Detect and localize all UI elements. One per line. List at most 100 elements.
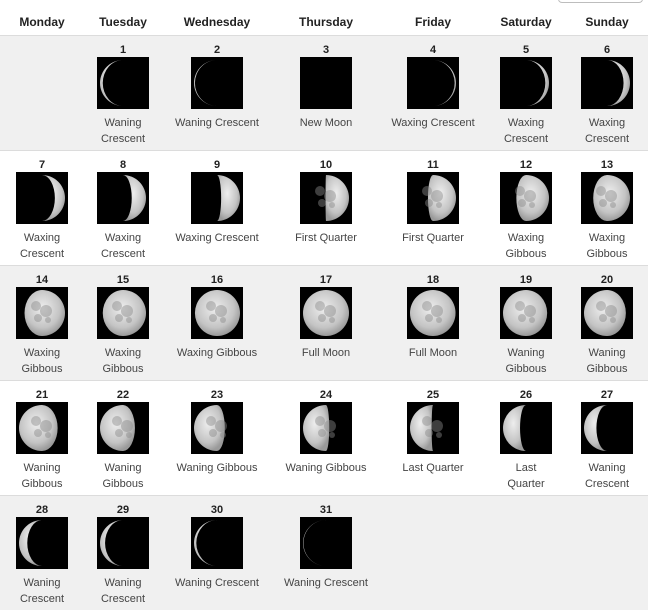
day-cell-13[interactable]: 13 Waxing Gibbous — [565, 151, 649, 265]
day-number: 8 — [119, 159, 127, 171]
day-cell-19[interactable]: 19 Waning Gibbous — [484, 266, 568, 380]
day-number: 27 — [600, 389, 614, 401]
day-number: 17 — [319, 274, 333, 286]
day-cell-16[interactable]: 16 Waxing Gibbous — [175, 266, 259, 380]
day-number: 26 — [519, 389, 533, 401]
day-number: 6 — [603, 44, 611, 56]
moon-phase-icon — [407, 287, 459, 339]
moon-phase-icon — [581, 402, 633, 454]
moon-phase-label: Waxing Gibbous — [21, 347, 63, 375]
moon-phase-label: Last Quarter — [402, 462, 464, 474]
moon-phase-icon — [97, 57, 149, 109]
day-number: 22 — [116, 389, 130, 401]
weekday-thursday: Thursday — [298, 15, 353, 29]
day-number: 12 — [519, 159, 533, 171]
day-cell-28[interactable]: 28 Waning Crescent — [0, 496, 84, 610]
day-cell-21[interactable]: 21 Waning Gibbous — [0, 381, 84, 495]
moon-phase-label: Waxing Crescent — [175, 232, 259, 244]
day-number: 15 — [116, 274, 130, 286]
moon-phase-label: Waxing Gibbous — [505, 232, 547, 260]
moon-phase-icon — [500, 57, 552, 109]
day-number: 3 — [322, 44, 330, 56]
day-cell-2[interactable]: 2 Waning Crescent — [175, 36, 259, 150]
moon-phase-label: Waxing Gibbous — [102, 347, 144, 375]
day-number: 4 — [429, 44, 437, 56]
moon-phase-icon — [407, 57, 459, 109]
day-cell-14[interactable]: 14 Waxing Gibbous — [0, 266, 84, 380]
moon-phase-icon — [97, 402, 149, 454]
weekday-friday: Friday — [414, 15, 451, 29]
day-cell-11[interactable]: 11 First Quarter — [391, 151, 475, 265]
moon-phase-label: Waxing Crescent — [100, 232, 146, 260]
day-number: 18 — [426, 274, 440, 286]
moon-phase-icon — [97, 287, 149, 339]
day-cell-8[interactable]: 8 Waxing Crescent — [81, 151, 165, 265]
moon-phase-icon — [16, 402, 68, 454]
moon-phase-icon — [500, 287, 552, 339]
day-number: 25 — [426, 389, 440, 401]
moon-phase-icon — [300, 57, 352, 109]
day-number: 14 — [35, 274, 49, 286]
day-number: 10 — [319, 159, 333, 171]
day-cell-7[interactable]: 7 Waxing Crescent — [0, 151, 84, 265]
weekday-tuesday: Tuesday — [99, 15, 147, 29]
moon-phase-label: New Moon — [299, 117, 353, 129]
day-cell-18[interactable]: 18 Full Moon — [391, 266, 475, 380]
moon-phase-label: Full Moon — [301, 347, 351, 359]
day-cell-25[interactable]: 25 Last Quarter — [391, 381, 475, 495]
day-cell-5[interactable]: 5 Waxing Crescent — [484, 36, 568, 150]
moon-phase-label: Waning Crescent — [175, 577, 259, 589]
moon-phase-label: Waning Gibbous — [505, 347, 547, 375]
moon-phase-label: Waning Gibbous — [21, 462, 63, 490]
moon-phase-icon — [191, 287, 243, 339]
moon-phase-label: Last Quarter — [507, 462, 545, 490]
day-cell-22[interactable]: 22 Waning Gibbous — [81, 381, 165, 495]
day-number: 1 — [119, 44, 127, 56]
weekday-wednesday: Wednesday — [183, 15, 251, 29]
moon-phase-icon — [500, 172, 552, 224]
moon-phase-icon — [191, 172, 243, 224]
day-number: 5 — [522, 44, 530, 56]
day-cell-15[interactable]: 15 Waxing Gibbous — [81, 266, 165, 380]
moon-phase-icon — [581, 57, 633, 109]
moon-phase-label: Waning Crescent — [175, 117, 259, 129]
moon-phase-icon — [16, 287, 68, 339]
moon-phase-icon — [300, 287, 352, 339]
moon-phase-label: First Quarter — [402, 232, 464, 244]
moon-phase-icon — [16, 517, 68, 569]
day-cell-29[interactable]: 29 Waning Crescent — [81, 496, 165, 610]
day-cell-26[interactable]: 26 Last Quarter — [484, 381, 568, 495]
day-number: 23 — [210, 389, 224, 401]
day-number: 13 — [600, 159, 614, 171]
day-number: 2 — [213, 44, 221, 56]
day-cell-17[interactable]: 17 Full Moon — [284, 266, 368, 380]
weekday-saturday: Saturday — [500, 15, 552, 29]
day-number: 16 — [210, 274, 224, 286]
day-cell-12[interactable]: 12 Waxing Gibbous — [484, 151, 568, 265]
moon-phase-icon — [16, 172, 68, 224]
day-cell-1[interactable]: 1 Waning Crescent — [81, 36, 165, 150]
day-cell-23[interactable]: 23 Waning Gibbous — [175, 381, 259, 495]
moon-phase-icon — [407, 402, 459, 454]
day-cell-6[interactable]: 6 Waxing Crescent — [565, 36, 649, 150]
day-number: 9 — [213, 159, 221, 171]
moon-phase-label: Waxing Crescent — [19, 232, 65, 260]
moon-phase-label: Waning Crescent — [19, 577, 65, 605]
day-number: 28 — [35, 504, 49, 516]
moon-phase-label: Waning Gibbous — [102, 462, 144, 490]
day-cell-4[interactable]: 4 Waxing Crescent — [391, 36, 475, 150]
moon-phase-label: Waning Crescent — [100, 117, 146, 145]
day-cell-3[interactable]: 3 New Moon — [284, 36, 368, 150]
day-cell-24[interactable]: 24 Waning Gibbous — [284, 381, 368, 495]
moon-phase-label: Waxing Gibbous — [176, 347, 258, 359]
moon-phase-label: Waxing Crescent — [503, 117, 549, 145]
moon-phase-icon — [191, 517, 243, 569]
day-cell-31[interactable]: 31 Waning Crescent — [284, 496, 368, 610]
day-cell-9[interactable]: 9 Waxing Crescent — [175, 151, 259, 265]
moon-phase-icon — [581, 172, 633, 224]
day-cell-20[interactable]: 20 Waning Gibbous — [565, 266, 649, 380]
day-cell-10[interactable]: 10 First Quarter — [284, 151, 368, 265]
day-cell-30[interactable]: 30 Waning Crescent — [175, 496, 259, 610]
day-cell-27[interactable]: 27 Waning Crescent — [565, 381, 649, 495]
moon-phase-icon — [97, 517, 149, 569]
